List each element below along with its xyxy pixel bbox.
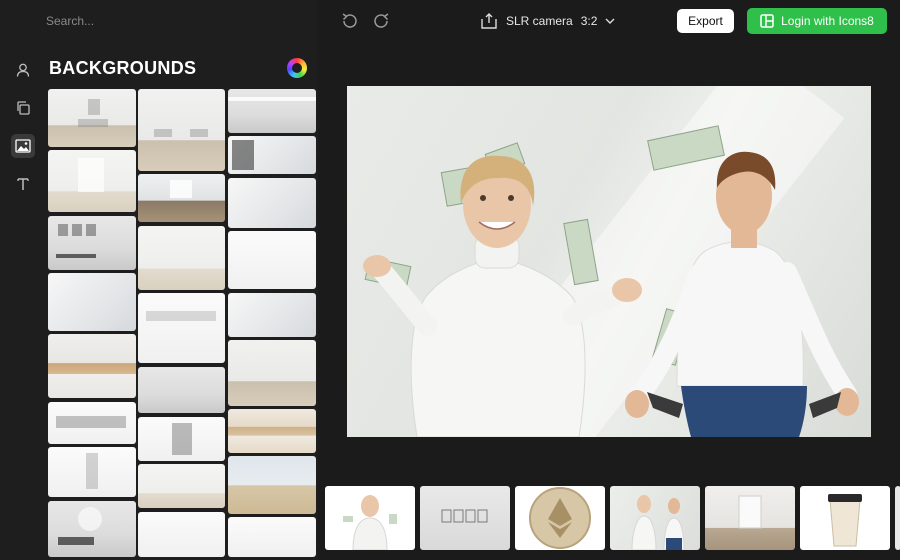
person-icon[interactable]: [11, 58, 35, 82]
background-thumbnail[interactable]: [48, 447, 136, 497]
background-thumbnail[interactable]: [138, 293, 225, 363]
search-bar: [0, 0, 318, 42]
background-thumbnail[interactable]: [138, 512, 225, 557]
composition-illustration: [363, 125, 859, 437]
background-thumbnail[interactable]: [138, 417, 225, 461]
login-button[interactable]: Login with Icons8: [747, 8, 887, 34]
panel-title: BACKGROUNDS: [49, 58, 197, 78]
recent-thumbnail[interactable]: [420, 486, 510, 550]
text-icon[interactable]: [11, 172, 35, 196]
export-button[interactable]: Export: [677, 9, 734, 33]
background-thumbnail[interactable]: [228, 89, 316, 133]
recent-thumbnail[interactable]: [515, 486, 605, 550]
background-thumbnail[interactable]: [48, 216, 136, 270]
copy-icon[interactable]: [11, 96, 35, 120]
background-thumbnail[interactable]: [138, 89, 225, 171]
background-thumbnail[interactable]: [228, 136, 316, 174]
recent-thumbnail[interactable]: [325, 486, 415, 550]
recent-thumbnail[interactable]: [705, 486, 795, 550]
recent-thumbnail[interactable]: [610, 486, 700, 550]
background-thumbnail[interactable]: [228, 456, 316, 514]
background-thumbnail[interactable]: [48, 402, 136, 444]
background-thumbnail[interactable]: [228, 293, 316, 337]
background-thumbnail[interactable]: [48, 89, 136, 147]
backgrounds-panel: BACKGROUNDS: [46, 42, 318, 560]
background-thumbnail[interactable]: [48, 273, 136, 331]
background-thumbnail[interactable]: [138, 367, 225, 413]
color-wheel-icon[interactable]: [287, 58, 307, 78]
recent-strip: [318, 472, 900, 560]
icons8-logo-icon: [760, 14, 774, 28]
camera-label: SLR camera: [506, 14, 573, 28]
top-bar: SLR camera 3:2 Export Login with Icons8: [318, 0, 900, 42]
background-thumbnail[interactable]: [228, 231, 316, 289]
woman-figure: [363, 155, 642, 437]
background-thumbnail[interactable]: [228, 409, 316, 453]
workspace: [318, 42, 900, 472]
search-input[interactable]: [46, 10, 286, 32]
background-thumbnail[interactable]: [228, 340, 316, 406]
app-window: BACKGROUNDS: [0, 0, 900, 560]
ratio-label: 3:2: [580, 14, 598, 28]
background-thumbnail[interactable]: [138, 174, 225, 222]
recent-thumbnail[interactable]: [895, 486, 900, 550]
login-label: Login with Icons8: [781, 14, 874, 28]
background-thumbnail[interactable]: [138, 464, 225, 508]
background-thumbnail[interactable]: [228, 517, 316, 557]
chevron-down-icon: [605, 18, 615, 24]
background-thumbnail[interactable]: [138, 226, 225, 290]
share-icon: [481, 13, 497, 29]
tool-rail: [0, 0, 46, 560]
man-figure: [625, 151, 859, 437]
background-thumbnail[interactable]: [48, 501, 136, 557]
main-canvas[interactable]: [347, 86, 871, 437]
background-thumbnail[interactable]: [48, 334, 136, 398]
background-thumbnail[interactable]: [228, 178, 316, 228]
recent-thumbnail[interactable]: [800, 486, 890, 550]
background-thumbnail[interactable]: [48, 150, 136, 212]
image-icon[interactable]: [11, 134, 35, 158]
redo-icon[interactable]: [372, 11, 392, 31]
camera-selector[interactable]: SLR camera 3:2: [480, 9, 615, 33]
undo-icon[interactable]: [339, 11, 359, 31]
